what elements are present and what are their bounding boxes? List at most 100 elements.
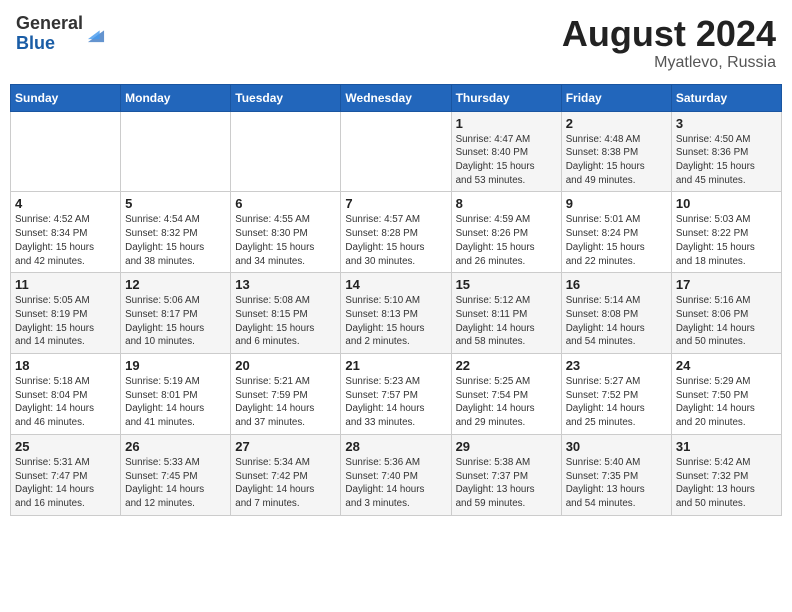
day-info: Sunrise: 5:12 AM Sunset: 8:11 PM Dayligh… — [456, 294, 557, 349]
calendar-location: Myatlevo, Russia — [562, 54, 776, 72]
day-number: 4 — [15, 196, 116, 211]
day-info: Sunrise: 5:36 AM Sunset: 7:40 PM Dayligh… — [345, 456, 446, 511]
calendar-cell: 24 Sunrise: 5:29 AM Sunset: 7:50 PM Dayli… — [671, 354, 781, 435]
calendar-cell: 11 Sunrise: 5:05 AM Sunset: 8:19 PM Dayli… — [11, 273, 121, 354]
day-info: Sunrise: 5:27 AM Sunset: 7:52 PM Dayligh… — [566, 375, 667, 430]
day-info: Sunrise: 5:21 AM Sunset: 7:59 PM Dayligh… — [235, 375, 336, 430]
calendar-cell — [11, 111, 121, 192]
day-info: Sunrise: 5:19 AM Sunset: 8:01 PM Dayligh… — [125, 375, 226, 430]
day-info: Sunrise: 5:16 AM Sunset: 8:06 PM Dayligh… — [676, 294, 777, 349]
day-info: Sunrise: 4:47 AM Sunset: 8:40 PM Dayligh… — [456, 133, 557, 188]
calendar-cell: 22 Sunrise: 5:25 AM Sunset: 7:54 PM Dayli… — [451, 354, 561, 435]
calendar-cell: 15 Sunrise: 5:12 AM Sunset: 8:11 PM Dayli… — [451, 273, 561, 354]
calendar-cell: 18 Sunrise: 5:18 AM Sunset: 8:04 PM Dayli… — [11, 354, 121, 435]
day-number: 10 — [676, 196, 777, 211]
calendar-cell: 9 Sunrise: 5:01 AM Sunset: 8:24 PM Daylig… — [561, 192, 671, 273]
header-wednesday: Wednesday — [341, 84, 451, 111]
calendar-cell — [121, 111, 231, 192]
calendar-cell: 13Sunrise: 5:08 AM Sunset: 8:15 PM Dayli… — [231, 273, 341, 354]
day-number: 3 — [676, 116, 777, 131]
calendar-cell: 7 Sunrise: 4:57 AM Sunset: 8:28 PM Daylig… — [341, 192, 451, 273]
header-monday: Monday — [121, 84, 231, 111]
day-number: 7 — [345, 196, 446, 211]
day-info: Sunrise: 5:06 AM Sunset: 8:17 PM Dayligh… — [125, 294, 226, 349]
calendar-week-1: 1 Sunrise: 4:47 AM Sunset: 8:40 PM Daylig… — [11, 111, 782, 192]
day-number: 28 — [345, 439, 446, 454]
day-number: 27 — [235, 439, 336, 454]
day-info: Sunrise: 4:50 AM Sunset: 8:36 PM Dayligh… — [676, 133, 777, 188]
day-number: 9 — [566, 196, 667, 211]
day-info: Sunrise: 5:42 AM Sunset: 7:32 PM Dayligh… — [676, 456, 777, 511]
day-number: 22 — [456, 358, 557, 373]
calendar-cell: 29 Sunrise: 5:38 AM Sunset: 7:37 PM Dayli… — [451, 434, 561, 515]
calendar-cell: 17 Sunrise: 5:16 AM Sunset: 8:06 PM Dayli… — [671, 273, 781, 354]
calendar-cell: 28 Sunrise: 5:36 AM Sunset: 7:40 PM Dayli… — [341, 434, 451, 515]
day-number: 11 — [15, 277, 116, 292]
logo-icon — [85, 23, 107, 45]
calendar-cell — [231, 111, 341, 192]
day-info: Sunrise: 5:31 AM Sunset: 7:47 PM Dayligh… — [15, 456, 116, 511]
day-info: Sunrise: 5:14 AM Sunset: 8:08 PM Dayligh… — [566, 294, 667, 349]
calendar-cell: 5 Sunrise: 4:54 AM Sunset: 8:32 PM Daylig… — [121, 192, 231, 273]
header-friday: Friday — [561, 84, 671, 111]
day-number: 17 — [676, 277, 777, 292]
day-number: 13 — [235, 277, 336, 292]
day-info: Sunrise: 5:25 AM Sunset: 7:54 PM Dayligh… — [456, 375, 557, 430]
calendar-week-4: 18 Sunrise: 5:18 AM Sunset: 8:04 PM Dayli… — [11, 354, 782, 435]
day-number: 6 — [235, 196, 336, 211]
calendar-cell: 4 Sunrise: 4:52 AM Sunset: 8:34 PM Daylig… — [11, 192, 121, 273]
day-info: Sunrise: 4:52 AM Sunset: 8:34 PM Dayligh… — [15, 213, 116, 268]
calendar-cell: 10Sunrise: 5:03 AM Sunset: 8:22 PM Dayli… — [671, 192, 781, 273]
calendar-cell: 14Sunrise: 5:10 AM Sunset: 8:13 PM Dayli… — [341, 273, 451, 354]
day-info: Sunrise: 5:33 AM Sunset: 7:45 PM Dayligh… — [125, 456, 226, 511]
calendar-cell: 23 Sunrise: 5:27 AM Sunset: 7:52 PM Dayli… — [561, 354, 671, 435]
calendar-cell: 21Sunrise: 5:23 AM Sunset: 7:57 PM Dayli… — [341, 354, 451, 435]
calendar-cell: 3 Sunrise: 4:50 AM Sunset: 8:36 PM Daylig… — [671, 111, 781, 192]
calendar-cell: 6 Sunrise: 4:55 AM Sunset: 8:30 PM Daylig… — [231, 192, 341, 273]
day-number: 24 — [676, 358, 777, 373]
day-number: 1 — [456, 116, 557, 131]
day-info: Sunrise: 4:59 AM Sunset: 8:26 PM Dayligh… — [456, 213, 557, 268]
calendar-cell: 1 Sunrise: 4:47 AM Sunset: 8:40 PM Daylig… — [451, 111, 561, 192]
calendar-cell: 20 Sunrise: 5:21 AM Sunset: 7:59 PM Dayli… — [231, 354, 341, 435]
header-tuesday: Tuesday — [231, 84, 341, 111]
day-number: 25 — [15, 439, 116, 454]
day-number: 16 — [566, 277, 667, 292]
header-saturday: Saturday — [671, 84, 781, 111]
calendar-cell: 2Sunrise: 4:48 AM Sunset: 8:38 PM Daylig… — [561, 111, 671, 192]
day-number: 21 — [345, 358, 446, 373]
day-info: Sunrise: 4:54 AM Sunset: 8:32 PM Dayligh… — [125, 213, 226, 268]
day-number: 12 — [125, 277, 226, 292]
day-number: 23 — [566, 358, 667, 373]
calendar-week-2: 4 Sunrise: 4:52 AM Sunset: 8:34 PM Daylig… — [11, 192, 782, 273]
calendar-header: SundayMondayTuesdayWednesdayThursdayFrid… — [11, 84, 782, 111]
day-info: Sunrise: 5:05 AM Sunset: 8:19 PM Dayligh… — [15, 294, 116, 349]
calendar-cell: 19 Sunrise: 5:19 AM Sunset: 8:01 PM Dayli… — [121, 354, 231, 435]
day-info: Sunrise: 4:55 AM Sunset: 8:30 PM Dayligh… — [235, 213, 336, 268]
day-number: 18 — [15, 358, 116, 373]
day-number: 15 — [456, 277, 557, 292]
calendar-table: SundayMondayTuesdayWednesdayThursdayFrid… — [10, 84, 782, 516]
calendar-title: August 2024 — [562, 14, 776, 54]
day-info: Sunrise: 5:38 AM Sunset: 7:37 PM Dayligh… — [456, 456, 557, 511]
day-number: 5 — [125, 196, 226, 211]
day-number: 20 — [235, 358, 336, 373]
day-info: Sunrise: 4:48 AM Sunset: 8:38 PM Dayligh… — [566, 133, 667, 188]
logo-general: General — [16, 13, 83, 33]
day-number: 19 — [125, 358, 226, 373]
header-thursday: Thursday — [451, 84, 561, 111]
day-info: Sunrise: 5:29 AM Sunset: 7:50 PM Dayligh… — [676, 375, 777, 430]
day-info: Sunrise: 4:57 AM Sunset: 8:28 PM Dayligh… — [345, 213, 446, 268]
logo: General Blue — [16, 14, 107, 54]
day-info: Sunrise: 5:01 AM Sunset: 8:24 PM Dayligh… — [566, 213, 667, 268]
calendar-cell: 30Sunrise: 5:40 AM Sunset: 7:35 PM Dayli… — [561, 434, 671, 515]
day-number: 29 — [456, 439, 557, 454]
day-number: 8 — [456, 196, 557, 211]
day-info: Sunrise: 5:18 AM Sunset: 8:04 PM Dayligh… — [15, 375, 116, 430]
calendar-cell: 26Sunrise: 5:33 AM Sunset: 7:45 PM Dayli… — [121, 434, 231, 515]
header-sunday: Sunday — [11, 84, 121, 111]
title-block: August 2024 Myatlevo, Russia — [562, 14, 776, 72]
day-number: 30 — [566, 439, 667, 454]
day-info: Sunrise: 5:10 AM Sunset: 8:13 PM Dayligh… — [345, 294, 446, 349]
day-info: Sunrise: 5:34 AM Sunset: 7:42 PM Dayligh… — [235, 456, 336, 511]
